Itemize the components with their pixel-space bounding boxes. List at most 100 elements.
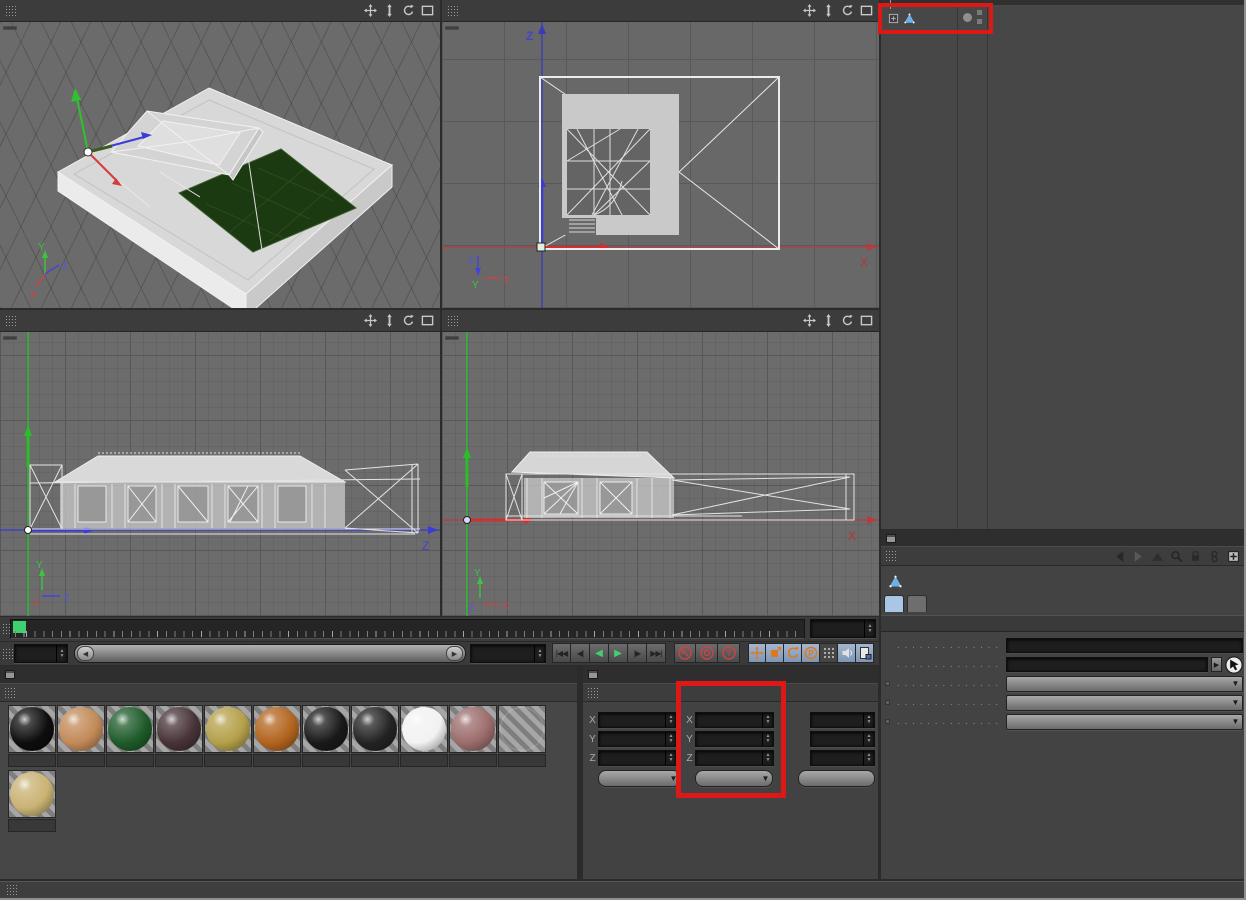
top-canvas[interactable]: Z X Z Y X — [442, 22, 879, 308]
record-position-button[interactable] — [748, 643, 766, 663]
material-Legno_N[interactable] — [253, 705, 301, 767]
frame-start-field[interactable] — [14, 644, 68, 663]
rotate-view-icon[interactable] — [400, 3, 416, 18]
pan-view-icon[interactable] — [801, 3, 817, 18]
stepper-arrows[interactable] — [665, 713, 676, 727]
stepper-arrows[interactable] — [863, 732, 874, 746]
panel-grip[interactable] — [447, 4, 458, 17]
material-Legno_F[interactable] — [8, 770, 56, 832]
panel-grip[interactable] — [885, 550, 896, 562]
position-z-field[interactable] — [598, 750, 677, 766]
up-icon[interactable] — [1149, 549, 1166, 564]
play-forwards-button[interactable]: ▶ — [609, 643, 628, 663]
stepper-arrows[interactable] — [56, 645, 67, 662]
material-Pietra01[interactable] — [302, 705, 350, 767]
stepper-arrows[interactable] — [863, 713, 874, 727]
material-thumbnail[interactable] — [253, 705, 301, 753]
rotation-x-field[interactable] — [810, 712, 875, 728]
stepper-arrows[interactable] — [665, 732, 676, 746]
animation-help-button[interactable]: ? — [718, 643, 740, 663]
material-thumbnail[interactable] — [204, 705, 252, 753]
viewport-front[interactable]: X Y Z X — [442, 310, 879, 616]
timeline-ruler[interactable] — [10, 619, 805, 639]
nome-input[interactable] — [1006, 638, 1243, 653]
field-bullet[interactable] — [885, 719, 890, 724]
forward-icon[interactable] — [1130, 549, 1147, 564]
visibile-editor-dropdown[interactable]: ▼ — [1006, 675, 1243, 692]
panel-grip[interactable] — [447, 314, 458, 327]
add-icon[interactable] — [1225, 549, 1242, 564]
stepper-arrows[interactable] — [534, 645, 545, 662]
right-canvas[interactable]: Z Y Z X — [0, 332, 440, 616]
pick-cursor-icon[interactable] — [1225, 655, 1243, 674]
panel-icon[interactable] — [886, 533, 896, 543]
viewport-right[interactable]: Z Y Z X — [0, 310, 440, 616]
record-parameter-button[interactable]: P — [802, 643, 820, 663]
material-Foregrou[interactable] — [8, 705, 56, 767]
material-thumbnail[interactable] — [57, 705, 105, 753]
pan-view-icon[interactable] — [362, 313, 378, 328]
field-bullet[interactable] — [885, 681, 890, 686]
material-thumbnail[interactable] — [449, 705, 497, 753]
tab-coord[interactable] — [907, 595, 927, 612]
rotate-view-icon[interactable] — [400, 313, 416, 328]
pan-view-icon[interactable] — [362, 3, 378, 18]
toggle-fullscreen-icon[interactable] — [858, 3, 874, 18]
panel-icon[interactable] — [588, 670, 598, 679]
range-left-arrow[interactable]: ◀ — [77, 646, 94, 661]
rotation-y-field[interactable] — [810, 731, 875, 747]
zoom-view-icon[interactable] — [820, 313, 836, 328]
material-Vetro_Ch[interactable] — [498, 705, 546, 767]
play-backwards-button[interactable]: ◀ — [590, 643, 609, 663]
current-frame-field[interactable] — [810, 619, 876, 638]
viewport-perspective[interactable]: Y Z X — [0, 0, 440, 308]
material-Pietra_M[interactable] — [449, 705, 497, 767]
material-Metall01[interactable] — [155, 705, 203, 767]
back-icon[interactable] — [1111, 549, 1128, 564]
toggle-fullscreen-icon[interactable] — [419, 313, 435, 328]
apply-button[interactable] — [798, 770, 875, 787]
frame-range-slider[interactable]: ◀ ▶ — [74, 644, 466, 663]
position-y-field[interactable] — [598, 731, 677, 747]
stepper-arrows[interactable] — [864, 620, 875, 637]
stepper-arrows[interactable] — [863, 751, 874, 765]
pan-view-icon[interactable] — [801, 313, 817, 328]
livello-input[interactable] — [1006, 657, 1208, 672]
field-bullet[interactable] — [885, 700, 890, 705]
coordinate-system-dropdown[interactable]: ▼ — [598, 770, 681, 787]
lock-icon[interactable] — [1187, 549, 1204, 564]
record-pla-button[interactable] — [820, 643, 838, 663]
record-rotation-button[interactable] — [784, 643, 802, 663]
toggle-fullscreen-icon[interactable] — [419, 3, 435, 18]
material-thumbnail[interactable] — [498, 705, 546, 753]
rotate-view-icon[interactable] — [839, 313, 855, 328]
panel-grip[interactable] — [5, 4, 16, 17]
previous-frame-button[interactable]: ◀| — [571, 643, 590, 663]
material-thumbnail[interactable] — [8, 770, 56, 818]
panel-grip[interactable] — [6, 884, 17, 896]
material-PEN_MA[interactable] — [351, 705, 399, 767]
go-to-start-button[interactable]: |◀◀ — [552, 643, 571, 663]
material-thumbnail[interactable] — [8, 705, 56, 753]
panel-icon[interactable] — [5, 670, 15, 679]
panel-grip[interactable] — [587, 686, 598, 699]
rotate-view-icon[interactable] — [839, 3, 855, 18]
material-thumbnail[interactable] — [302, 705, 350, 753]
range-right-arrow[interactable]: ▶ — [446, 646, 463, 661]
material-Estern01[interactable] — [57, 705, 105, 767]
material-Esterni_[interactable] — [106, 705, 154, 767]
play-sound-button[interactable] — [838, 643, 856, 663]
record-keyframe-button[interactable] — [674, 643, 696, 663]
frame-end-field[interactable] — [470, 644, 546, 663]
position-x-field[interactable] — [598, 712, 677, 728]
link-icon[interactable] — [1206, 549, 1223, 564]
zoom-view-icon[interactable] — [820, 3, 836, 18]
stepper-arrows[interactable] — [665, 751, 676, 765]
go-to-end-button[interactable]: ▶▶| — [647, 643, 666, 663]
next-frame-button[interactable]: |▶ — [628, 643, 647, 663]
material-Colore_0[interactable] — [400, 705, 448, 767]
autokeying-button[interactable] — [696, 643, 718, 663]
material-thumbnail[interactable] — [155, 705, 203, 753]
material-thumbnail[interactable] — [106, 705, 154, 753]
panel-grip[interactable] — [2, 648, 13, 660]
